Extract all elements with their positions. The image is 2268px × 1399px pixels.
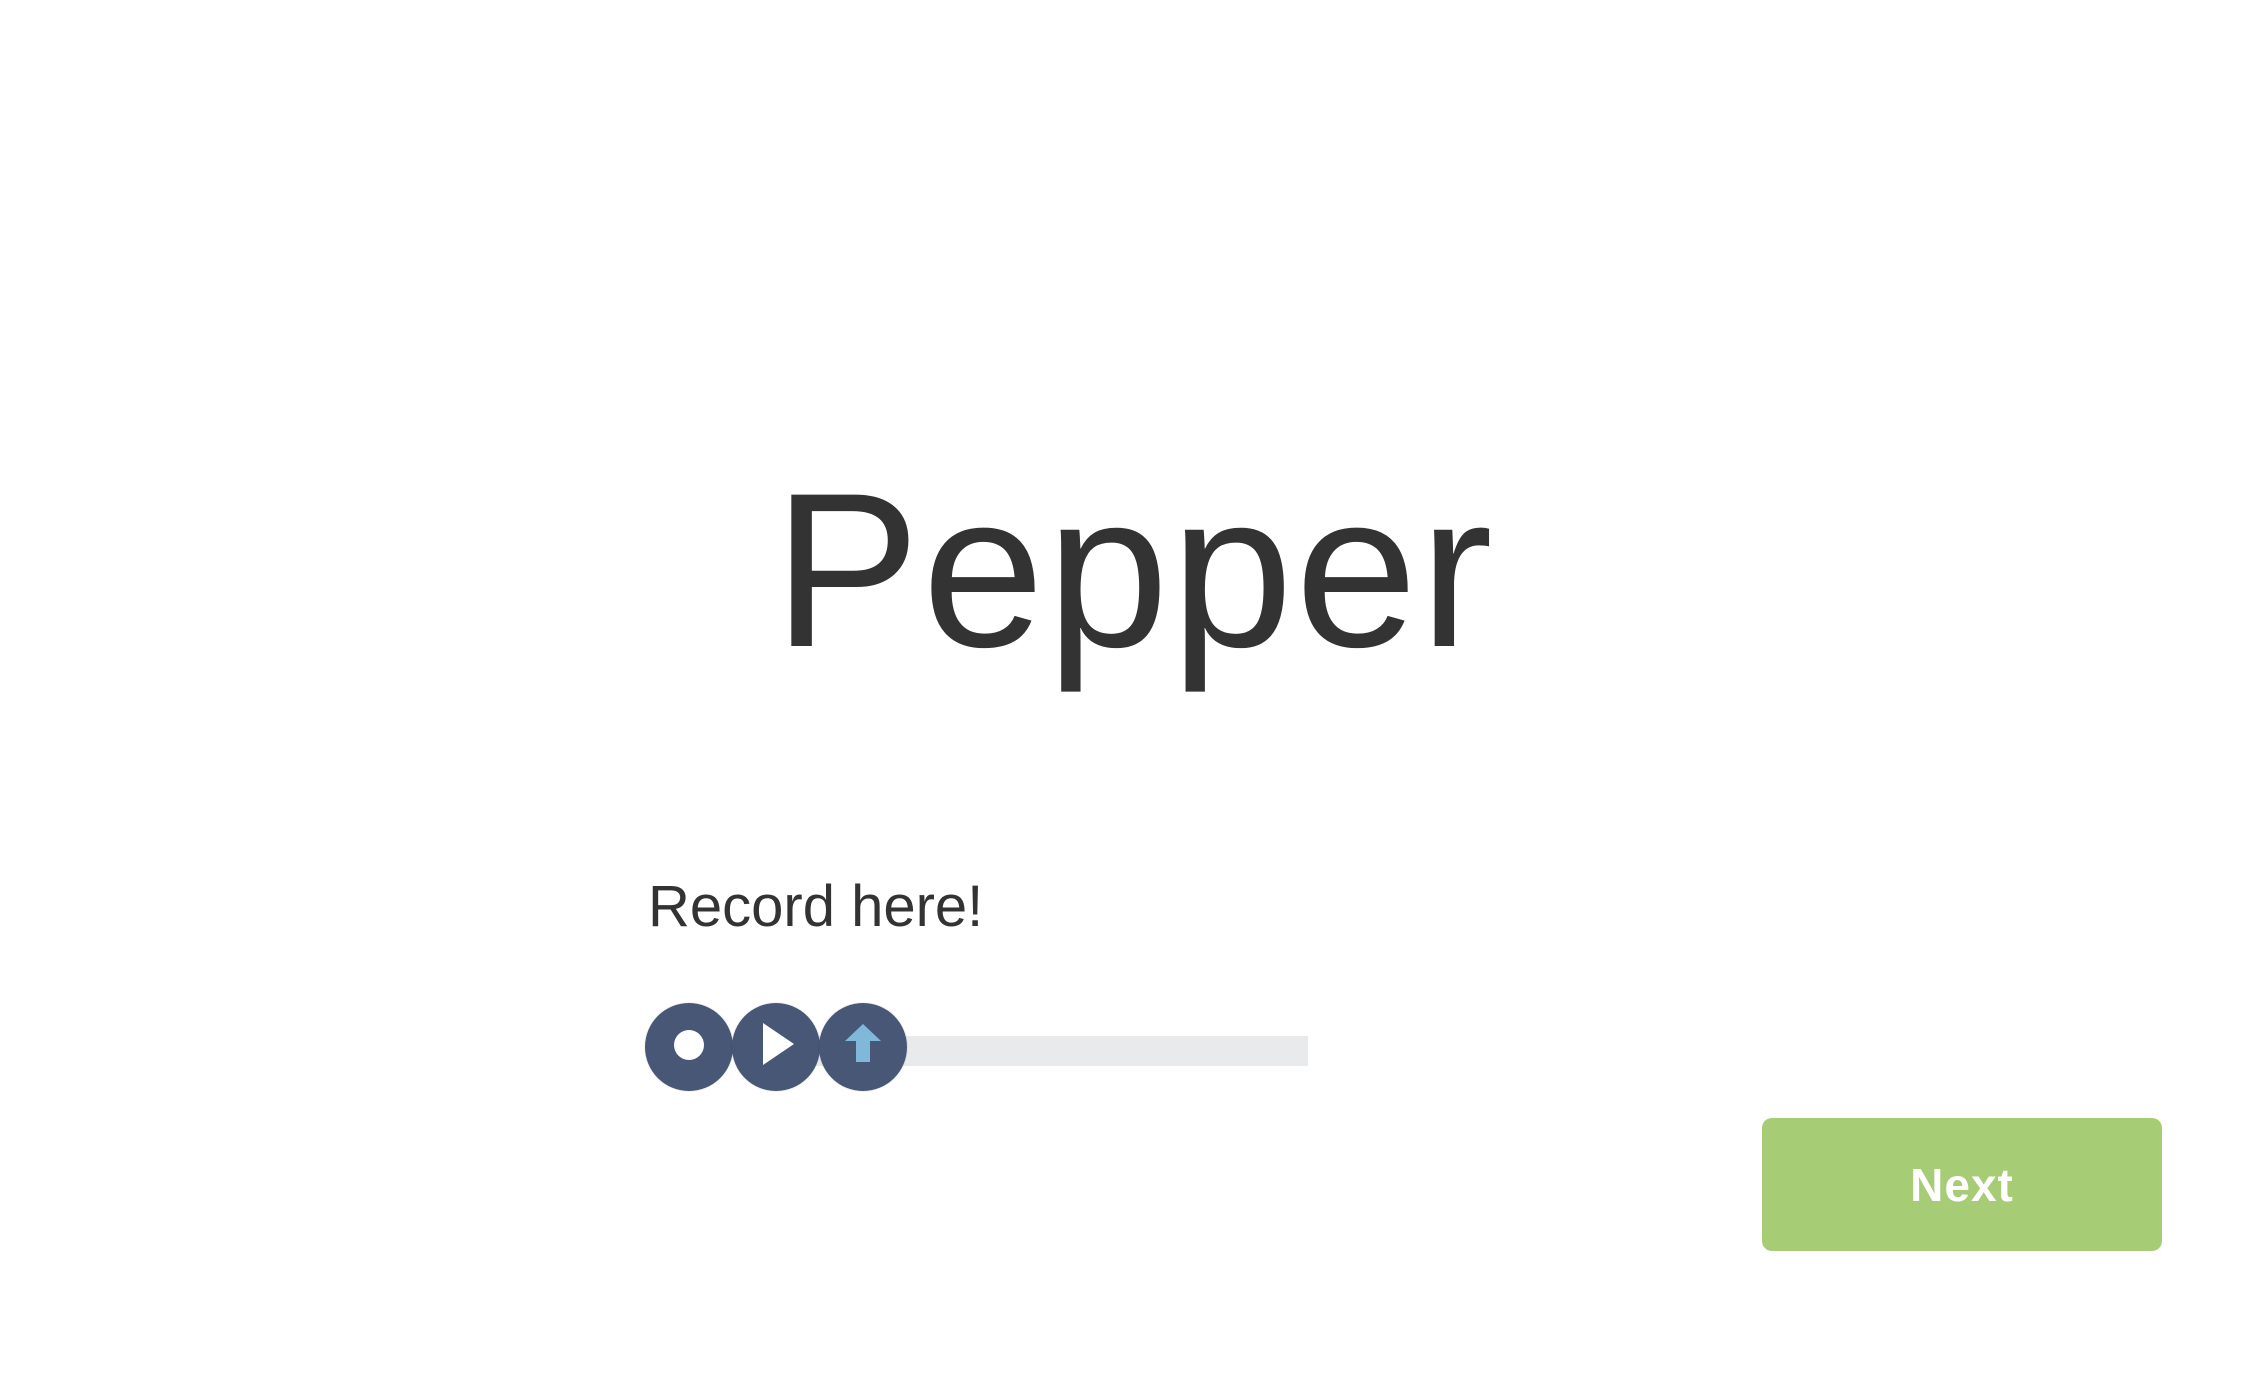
next-button[interactable]: Next [1762,1118,2162,1251]
play-triangle-icon [763,1023,794,1065]
play-button[interactable] [732,1003,820,1091]
word-title: Pepper [773,447,1495,693]
upload-button[interactable] [819,1003,907,1091]
page: Pepper Record here! Next [0,0,2268,1399]
audio-recorder [645,1003,1310,1093]
record-button[interactable] [645,1003,733,1091]
record-dot-icon [674,1030,704,1060]
upload-arrow-icon [845,1024,881,1062]
record-prompt: Record here! [648,874,984,939]
